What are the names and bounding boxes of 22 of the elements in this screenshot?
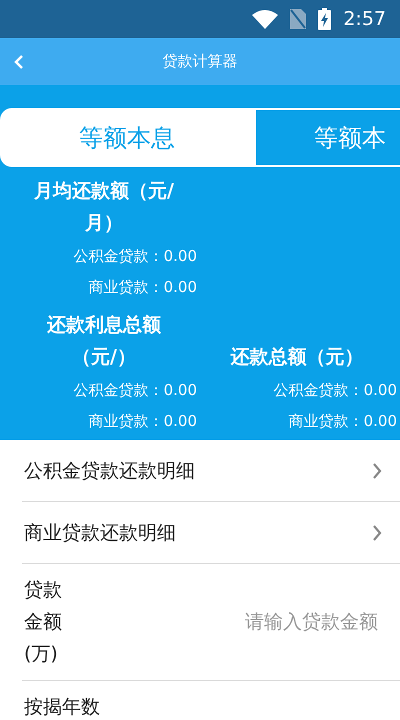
back-icon [14, 54, 24, 70]
back-button[interactable] [14, 54, 24, 70]
result-value: 公积金贷款：0.00 [74, 380, 197, 401]
result-value: 商业贷款：0.00 [88, 277, 197, 298]
page-title: 贷款计算器 [162, 52, 238, 71]
no-sim-icon [290, 9, 306, 29]
result-title: 月均还款额（元/月） [33, 179, 175, 236]
result-value: 公积金贷款：0.00 [274, 380, 397, 401]
detail-label: 商业贷款还款明细 [24, 520, 176, 546]
result-value: 商业贷款：0.00 [288, 411, 397, 432]
status-time: 2:57 [343, 8, 386, 30]
chevron-right-icon [372, 462, 382, 480]
result-title: 还款总额（元） [230, 345, 364, 370]
result-value: 商业贷款：0.00 [88, 411, 197, 432]
result-value: 公积金贷款：0.00 [74, 246, 197, 267]
wifi-icon [252, 9, 278, 29]
detail-label: 公积金贷款还款明细 [24, 458, 195, 484]
battery-charging-icon [318, 8, 332, 30]
chevron-right-icon [372, 524, 382, 542]
result-title: 还款利息总额（元/） [46, 313, 162, 370]
field-label: 按揭年数 [24, 695, 100, 720]
field-label: 贷款金额(万) [24, 578, 63, 667]
